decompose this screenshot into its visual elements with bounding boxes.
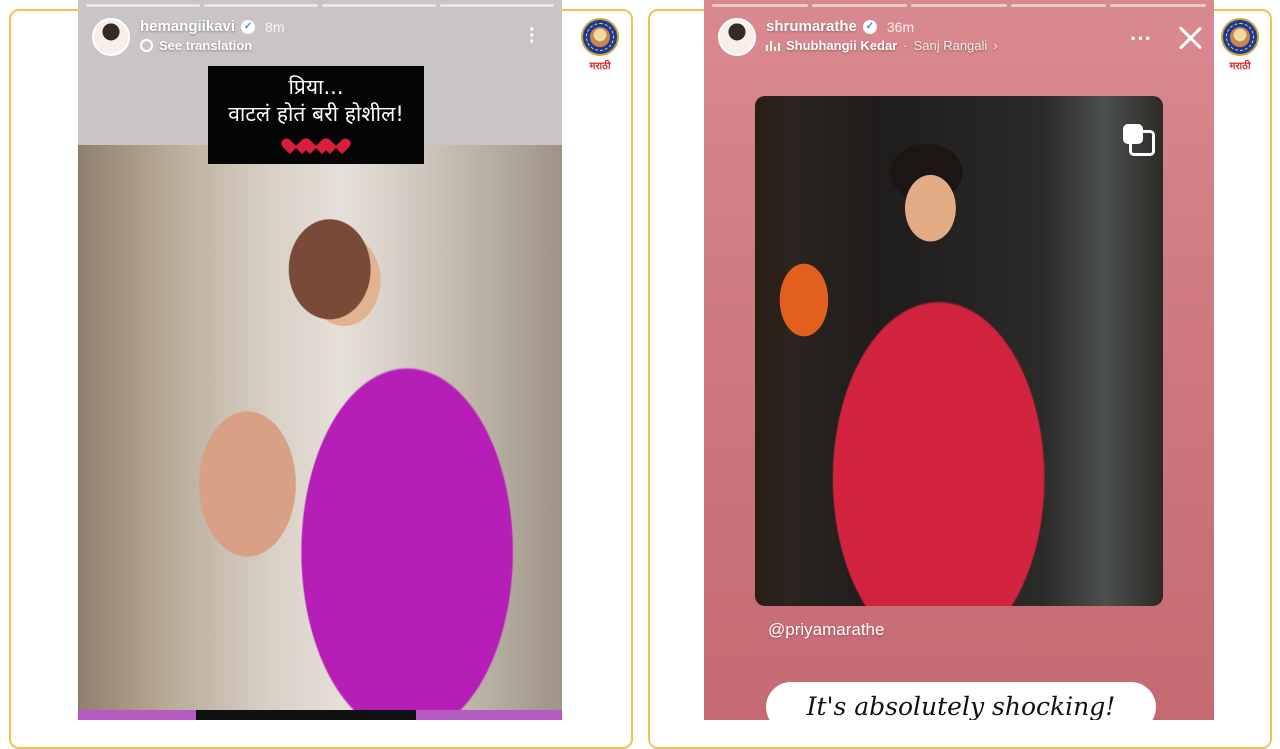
rajshri-seal-icon xyxy=(581,18,619,56)
story-progress xyxy=(712,4,1206,7)
username[interactable]: hemangiikavi xyxy=(140,18,235,35)
more-options-icon[interactable]: ··· xyxy=(529,20,536,52)
verified-badge-icon: ✓ xyxy=(241,19,256,34)
logo-caption: मराठी xyxy=(589,61,611,72)
music-artist[interactable]: Shubhangii Kedar xyxy=(786,38,897,53)
post-time: 36m xyxy=(886,18,915,35)
story-left[interactable]: hemangiikavi ✓ 8m See translation · · · प्… xyxy=(78,0,562,720)
story-caption: प्रिया... वाटलं होतं बरी होशील! xyxy=(208,66,424,164)
reshared-photo-red-saree[interactable] xyxy=(755,96,1163,606)
music-separator: · xyxy=(903,38,908,53)
close-icon[interactable] xyxy=(1176,24,1204,52)
story-right[interactable]: shrumarathe ✓ 36m Shubhangii Kedar · San… xyxy=(704,0,1214,720)
avatar[interactable] xyxy=(92,18,130,56)
verified-badge-icon: ✓ xyxy=(862,19,877,34)
logo-caption: मराठी xyxy=(1229,61,1251,72)
broken-heart-icon xyxy=(327,132,345,148)
see-translation-link[interactable]: See translation xyxy=(159,38,252,53)
more-options-icon[interactable]: ··· xyxy=(1130,28,1152,50)
caption-line-2: वाटलं होतं बरी होशील! xyxy=(228,102,404,126)
story-header-right: shrumarathe ✓ 36m Shubhangii Kedar · San… xyxy=(718,18,998,56)
caption-line-1: प्रिया... xyxy=(288,75,344,99)
broken-heart-emojis xyxy=(208,132,424,148)
text-sticker: It's absolutely shocking! xyxy=(766,682,1156,720)
story-progress xyxy=(86,4,554,7)
username[interactable]: shrumarathe xyxy=(766,18,857,35)
rajshri-marathi-logo: मराठी xyxy=(578,18,622,72)
music-icon xyxy=(766,40,780,51)
bottom-caption-strip xyxy=(78,710,562,720)
multiple-posts-icon xyxy=(1121,122,1155,156)
chevron-right-icon[interactable]: › xyxy=(993,38,997,53)
story-photo-purple-saree xyxy=(78,145,562,710)
rajshri-seal-icon xyxy=(1221,18,1259,56)
music-song[interactable]: Sanj Rangali xyxy=(914,38,988,53)
rajshri-marathi-logo: मराठी xyxy=(1218,18,1262,72)
translate-icon xyxy=(140,39,153,52)
post-time: 8m xyxy=(265,18,285,35)
avatar[interactable] xyxy=(718,18,756,56)
story-header-left: hemangiikavi ✓ 8m See translation xyxy=(92,18,285,56)
mention-tag[interactable]: @priyamarathe xyxy=(768,620,884,640)
